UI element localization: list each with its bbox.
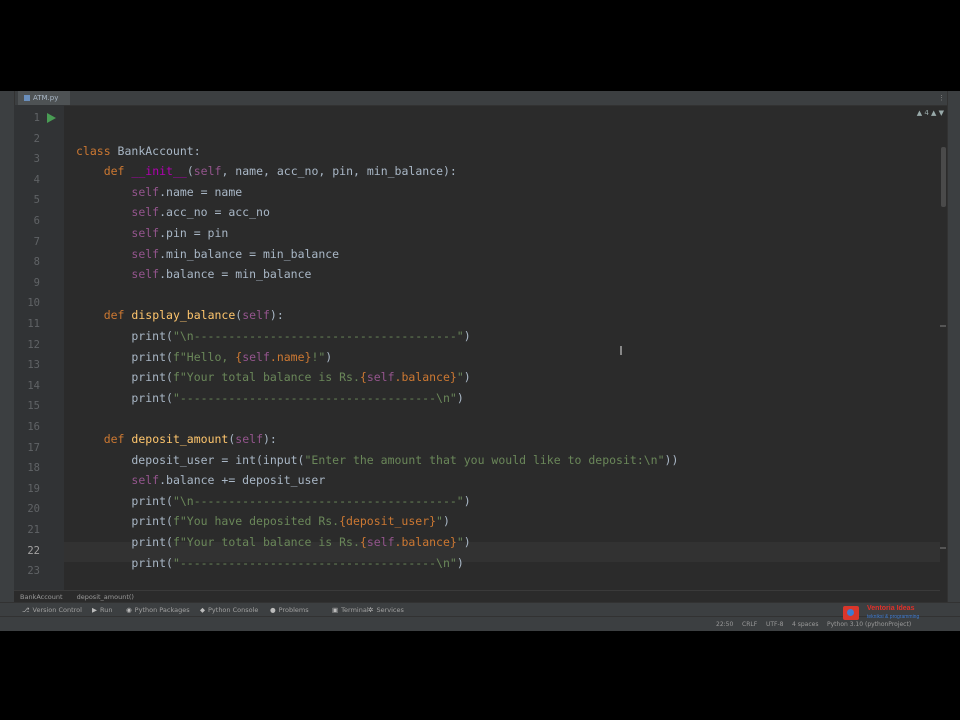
code-line[interactable]: print(f"You have deposited Rs.{deposit_u… (76, 511, 450, 531)
error-stripe-mark (940, 325, 946, 327)
tool-window-button[interactable]: ▣ Terminal (332, 603, 369, 617)
status-bar: 22:50 CRLF UTF-8 4 spaces Python 3.10 (p… (0, 616, 960, 631)
text-cursor-pointer (620, 346, 622, 355)
line-number: 2 (33, 132, 40, 145)
tool-window-icon: ▶ (92, 606, 97, 614)
code-line[interactable]: print(f"Your total balance is Rs.{self.b… (76, 532, 470, 552)
more-tabs-icon[interactable]: ⋮ (938, 94, 945, 102)
tool-window-label: Services (376, 606, 404, 614)
tool-window-bar: ⎇ Version Control ▶ Run ◉ Python Packages ◆ Pyt… (0, 602, 960, 617)
inspection-indicators[interactable]: ▲ 4 ▲ ▼ (917, 109, 944, 117)
line-number: 20 (27, 503, 40, 516)
code-line[interactable]: def __init__(self, name, acc_no, pin, mi… (76, 161, 457, 181)
code-line[interactable]: print(f"Hello, {self.name}!") (76, 347, 332, 367)
tool-window-label: Terminal (341, 606, 369, 614)
code-line[interactable]: deposit_user = int(input("Enter the amou… (76, 450, 678, 470)
tool-window-icon: ● (270, 606, 276, 614)
line-number: 18 (27, 462, 40, 475)
code-line[interactable]: self.balance = min_balance (76, 264, 311, 284)
tool-window-icon: ◆ (200, 606, 205, 614)
line-number: 4 (33, 173, 40, 186)
ide-window: ATM.py ⋮ 1 2 3 4 5 6 7 8 9 10 11 12 13 14 15 16 17 18 19 20… (0, 91, 960, 631)
line-number: 14 (27, 379, 40, 392)
camera-logo-icon (843, 606, 859, 620)
code-editor[interactable]: class BankAccount: def __init__(self, na… (64, 105, 940, 590)
tool-window-label: Problems (278, 606, 309, 614)
line-number: 21 (27, 524, 40, 536)
tool-window-button[interactable]: ✲ Services (368, 603, 404, 617)
line-number: 10 (27, 297, 40, 310)
line-number: 17 (27, 441, 40, 454)
line-number: 11 (27, 318, 40, 330)
tool-window-label: Run (100, 606, 113, 614)
line-number: 12 (27, 338, 40, 351)
caret-position[interactable]: 22:50 (716, 617, 733, 631)
tool-window-label: Python Packages (134, 606, 190, 614)
indent-setting[interactable]: 4 spaces (792, 617, 818, 631)
tool-window-icon: ◉ (126, 606, 132, 614)
line-number: 7 (33, 235, 40, 248)
python-file-icon (24, 95, 30, 101)
breadcrumb-method[interactable]: deposit_amount() (77, 593, 134, 601)
tool-window-icon: ⎇ (22, 606, 30, 614)
line-number: 9 (33, 276, 40, 289)
breadcrumb-class[interactable]: BankAccount (20, 593, 63, 601)
channel-watermark: Ventoria Ideas tekniksi & programming (843, 604, 953, 626)
line-number: 16 (27, 421, 40, 433)
tool-window-label: Python Console (208, 606, 259, 614)
line-number: 23 (27, 565, 40, 578)
left-tool-strip (0, 91, 15, 611)
tool-window-button[interactable]: ● Problems (270, 603, 309, 617)
right-tool-strip (947, 91, 960, 611)
line-separator[interactable]: CRLF (742, 617, 757, 631)
line-number: 13 (27, 359, 40, 372)
editor-scrollbar[interactable] (941, 147, 946, 207)
error-stripe-mark (940, 547, 946, 549)
code-line[interactable]: self.balance += deposit_user (76, 470, 325, 490)
code-line[interactable]: print("---------------------------------… (76, 553, 463, 573)
editor-tab-bar: ATM.py ⋮ (0, 91, 960, 106)
watermark-subtitle: tekniksi & programming (867, 614, 920, 620)
code-line[interactable]: self.acc_no = acc_no (76, 202, 269, 222)
code-line[interactable]: print("\n-------------------------------… (76, 491, 470, 511)
code-line[interactable]: class BankAccount: (76, 141, 201, 161)
line-number: 15 (27, 400, 40, 413)
code-line[interactable]: print(f"Your total balance is Rs.{self.b… (76, 367, 470, 387)
line-number: 1 (33, 112, 40, 124)
run-icon[interactable] (47, 113, 56, 123)
code-line[interactable]: def deposit_amount(self): (76, 429, 277, 449)
line-number: 5 (33, 194, 40, 207)
watermark-title: Ventoria Ideas (867, 605, 915, 612)
code-line[interactable]: self.name = name (76, 182, 242, 202)
file-encoding[interactable]: UTF-8 (766, 617, 784, 631)
code-line[interactable]: self.pin = pin (76, 223, 228, 243)
line-number: 8 (33, 256, 40, 269)
tool-window-button[interactable]: ◉ Python Packages (126, 603, 190, 617)
line-number: 22 (27, 544, 40, 557)
tool-window-icon: ▣ (332, 606, 339, 614)
tool-window-label: Version Control (32, 606, 82, 614)
code-line[interactable]: self.min_balance = min_balance (76, 244, 339, 264)
tool-window-button[interactable]: ◆ Python Console (200, 603, 258, 617)
tool-window-button[interactable]: ▶ Run (92, 603, 112, 617)
line-number: 6 (33, 215, 40, 227)
tool-window-icon: ✲ (368, 606, 374, 614)
code-line[interactable]: print("---------------------------------… (76, 388, 463, 408)
code-line[interactable]: def display_balance(self): (76, 305, 284, 325)
code-line[interactable]: print("\n-------------------------------… (76, 326, 470, 346)
line-number: 19 (27, 482, 40, 495)
tool-window-button[interactable]: ⎇ Version Control (22, 603, 82, 617)
file-tab[interactable]: ATM.py (18, 91, 70, 105)
line-number: 3 (33, 153, 40, 166)
file-tab-label: ATM.py (33, 94, 59, 102)
